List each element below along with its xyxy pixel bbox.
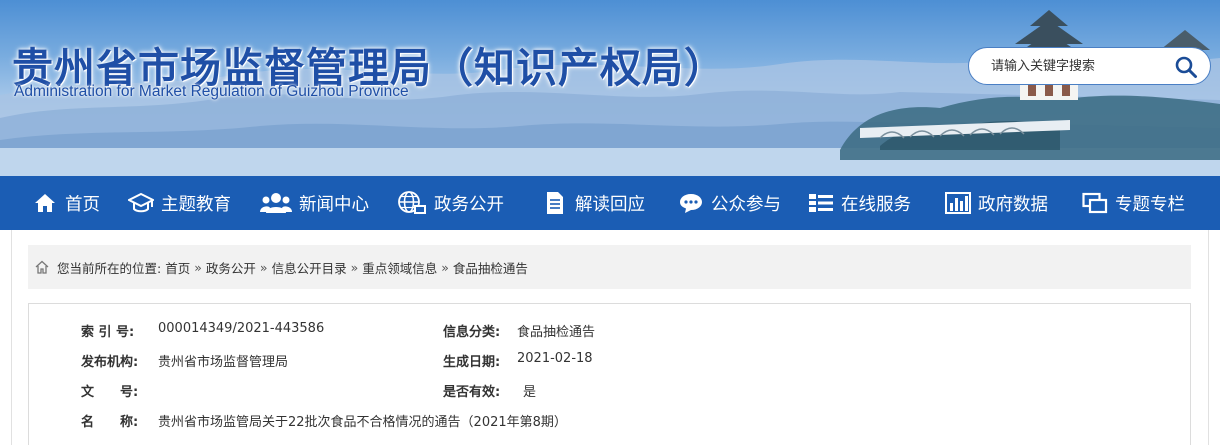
category-label: 信息分类: [443, 325, 501, 340]
bar-chart-icon [945, 190, 971, 216]
search-input[interactable] [991, 51, 1166, 81]
globe-icon [397, 190, 427, 216]
breadcrumb-separator: » [441, 259, 449, 275]
valid-value: 是 [523, 385, 537, 400]
nav-item-label: 政府数据 [978, 194, 1048, 215]
nav-item-online-services[interactable]: 在线服务 [808, 176, 911, 230]
chat-bubble-icon [678, 190, 704, 216]
nav-item-news-center[interactable]: 新闻中心 [260, 176, 369, 230]
document-meta-table: 索 引 号: 000014349/2021-443586 信息分类: 食品抽检通… [28, 303, 1191, 445]
date-value: 2021-02-18 [517, 351, 593, 366]
nav-item-public-participation[interactable]: 公众参与 [678, 176, 781, 230]
nav-item-label: 专题专栏 [1115, 194, 1185, 215]
breadcrumb-prefix: 您当前所在的位置: [57, 260, 162, 276]
nav-item-special-topics[interactable]: 专题专栏 [1082, 176, 1185, 230]
index-value: 000014349/2021-443586 [158, 321, 325, 336]
name-value: 贵州省市场监管局关于22批次食品不合格情况的通告（2021年第8期） [158, 415, 567, 430]
windows-icon [1082, 190, 1108, 216]
breadcrumb: 您当前所在的位置: 首页 » 政务公开 » 信息公开目录 » 重点领域信息 » … [28, 245, 1191, 289]
nav-item-interpretation[interactable]: 解读回应 [542, 176, 645, 230]
graduation-cap-icon [128, 190, 154, 216]
publisher-label: 发布机构: [81, 355, 139, 370]
main-nav: 首页 主题教育 新闻中心 政务公开 解读回应 公众参与 在线服务 政府数据 专题… [0, 176, 1220, 230]
name-label: 名 称: [81, 415, 139, 430]
category-value: 食品抽检通告 [517, 325, 596, 340]
document-icon [542, 190, 568, 216]
breadcrumb-link-home[interactable]: 首页 [165, 258, 190, 277]
nav-item-government-data[interactable]: 政府数据 [945, 176, 1048, 230]
valid-label: 是否有效: [443, 385, 501, 400]
docno-label: 文 号: [81, 385, 139, 400]
breadcrumb-link-food-inspection[interactable]: 食品抽检通告 [453, 258, 528, 277]
site-subtitle: Administration for Market Regulation of … [14, 83, 409, 100]
nav-item-label: 解读回应 [575, 194, 645, 215]
list-icon [808, 190, 834, 216]
nav-item-label: 新闻中心 [299, 194, 369, 215]
breadcrumb-separator: » [350, 259, 359, 275]
search-icon[interactable] [1174, 55, 1198, 79]
search-box [968, 47, 1211, 85]
header-banner: 贵州省市场监督管理局（知识产权局） Administration for Mar… [0, 0, 1220, 176]
nav-item-label: 政务公开 [434, 194, 504, 215]
nav-item-label: 主题教育 [161, 194, 231, 215]
home-outline-icon [34, 259, 50, 275]
publisher-value: 贵州省市场监督管理局 [158, 355, 289, 370]
nav-item-theme-education[interactable]: 主题教育 [128, 176, 231, 230]
date-label: 生成日期: [443, 355, 501, 370]
main-content: 您当前所在的位置: 首页 » 政务公开 » 信息公开目录 » 重点领域信息 » … [11, 230, 1209, 445]
breadcrumb-separator: » [259, 259, 268, 275]
nav-item-home[interactable]: 首页 [32, 176, 100, 230]
breadcrumb-link-government-affairs[interactable]: 政务公开 [206, 258, 256, 277]
nav-item-label: 首页 [65, 194, 100, 215]
users-icon [260, 190, 292, 216]
nav-item-label: 在线服务 [841, 194, 911, 215]
nav-item-government-affairs[interactable]: 政务公开 [397, 176, 504, 230]
index-label: 索 引 号: [81, 325, 135, 340]
breadcrumb-link-key-areas[interactable]: 重点领域信息 [362, 258, 437, 277]
nav-item-label: 公众参与 [711, 194, 781, 215]
home-icon [32, 190, 58, 216]
breadcrumb-separator: » [194, 259, 202, 275]
breadcrumb-link-info-catalog[interactable]: 信息公开目录 [272, 258, 347, 277]
